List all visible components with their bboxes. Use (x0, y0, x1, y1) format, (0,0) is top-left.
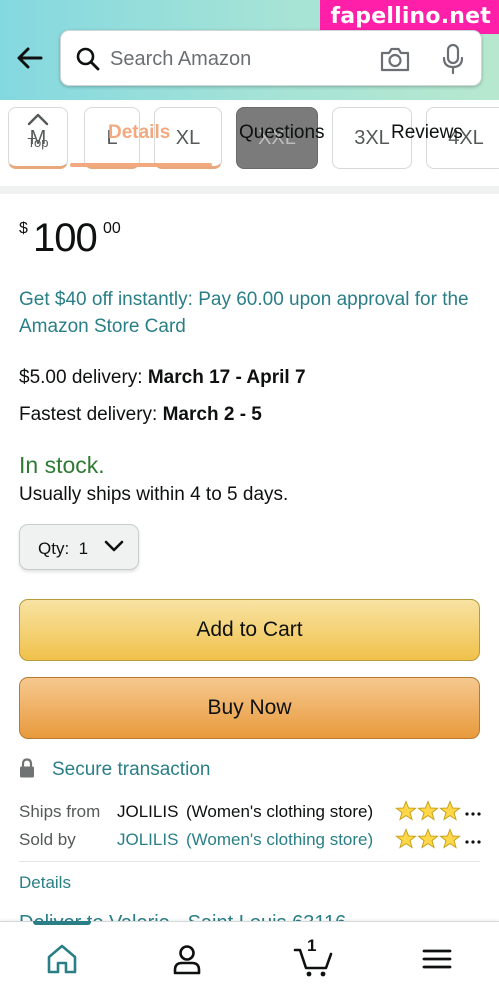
secure-transaction-label: Secure transaction (52, 759, 211, 780)
menu-icon[interactable] (420, 942, 454, 976)
search-icon (76, 47, 100, 71)
buy-now-button[interactable]: Buy Now (19, 677, 480, 739)
ships-from-seller: JOLILIS (117, 802, 179, 821)
app-header: fapellino.net Search Amazon (0, 0, 499, 100)
tab-details[interactable]: Details (108, 122, 170, 144)
watermark: fapellino.net (320, 0, 499, 34)
divider (19, 861, 480, 862)
section-divider (0, 186, 499, 194)
lock-icon (20, 758, 34, 778)
camera-icon[interactable] (379, 45, 411, 73)
fastest-delivery-info: Fastest delivery: March 2 - 5 (19, 404, 262, 426)
scroll-top-label: Top (27, 135, 49, 150)
ships-within: Usually ships within 4 to 5 days. (19, 484, 289, 505)
stock-status: In stock. (19, 452, 105, 478)
add-to-cart-button[interactable]: Add to Cart (19, 599, 480, 661)
chevron-up-icon (27, 113, 49, 126)
seller-rating-stars (395, 828, 481, 849)
quantity-dropdown[interactable]: Qty: 1 (19, 524, 139, 570)
tab-reviews[interactable]: Reviews (391, 122, 463, 144)
active-tab-underline (70, 163, 212, 167)
store-card-promo-link[interactable]: Get $40 off instantly: Pay 60.00 upon ap… (19, 286, 489, 340)
back-arrow-icon[interactable] (14, 42, 46, 74)
bottom-nav: 1 (0, 921, 499, 1000)
account-icon[interactable] (170, 942, 204, 976)
price-fraction: 00 (103, 220, 121, 237)
ships-from-label: Ships from (19, 802, 101, 821)
sold-by-label: Sold by (19, 830, 76, 849)
size-and-section-tabs: M L XL XXL 3XL 4XL Top Details Questions… (0, 100, 499, 190)
quantity-value: 1 (78, 539, 89, 558)
quantity-label: Qty: 1 (38, 539, 89, 558)
search-bar[interactable]: Search Amazon (60, 30, 482, 86)
seller-rating-stars (395, 800, 481, 821)
delivery-prefix: $5.00 delivery: (19, 367, 148, 388)
chevron-down-icon (104, 540, 124, 552)
tab-questions[interactable]: Questions (239, 122, 325, 144)
details-link[interactable]: Details (19, 873, 71, 893)
price-symbol: $ (19, 220, 28, 237)
delivery-dates: March 17 - April 7 (147, 367, 306, 388)
ships-from-store: (Women's clothing store) (186, 802, 374, 821)
active-nav-indicator (33, 921, 91, 925)
cart-nav-button[interactable]: 1 (293, 936, 333, 978)
fastest-prefix: Fastest delivery: (19, 404, 163, 425)
home-icon[interactable] (45, 942, 79, 976)
sold-by-seller-link[interactable]: JOLILIS (117, 830, 178, 850)
sold-by-store-link[interactable]: (Women's clothing store) (186, 830, 373, 850)
microphone-icon[interactable] (441, 43, 465, 75)
search-input[interactable]: Search Amazon (110, 48, 251, 71)
price-whole: 100 (33, 216, 98, 260)
scroll-top-button[interactable]: Top (10, 106, 66, 166)
fastest-dates: March 2 - 5 (162, 404, 262, 425)
delivery-info: $5.00 delivery: March 17 - April 7 (19, 367, 306, 389)
cart-count-badge: 1 (307, 936, 317, 955)
